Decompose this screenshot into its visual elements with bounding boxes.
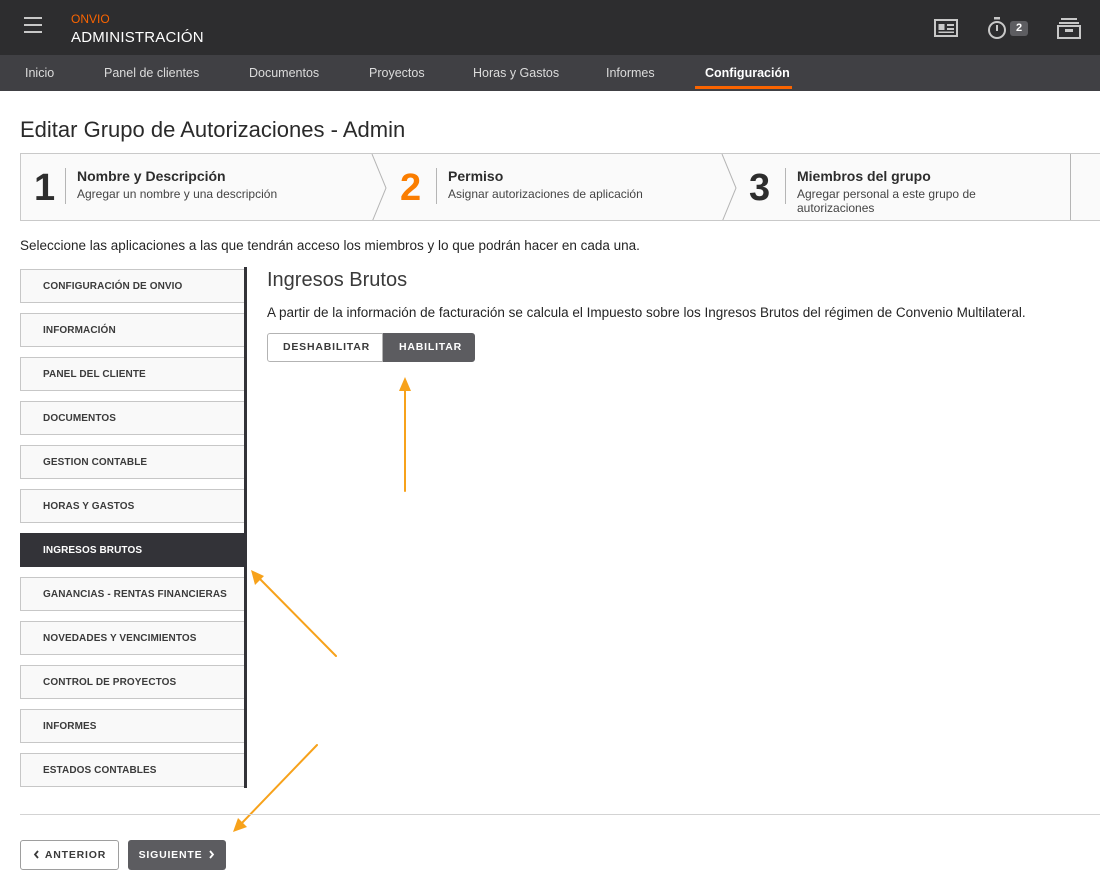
top-bar: ONVIO ADMINISTRACIÓN 2 (0, 0, 1100, 55)
step-title: Nombre y Descripción (77, 168, 226, 184)
chevron-left-icon (33, 850, 39, 859)
main-nav: Inicio Panel de clientes Documentos Proy… (0, 55, 1100, 91)
wizard-step-1[interactable]: 1 Nombre y Descripción Agregar un nombre… (21, 154, 381, 220)
app-tab-horas-y-gastos[interactable]: HORAS Y GASTOS (20, 489, 245, 523)
app-tab-novedades-y-vencimientos[interactable]: NOVEDADES Y VENCIMIENTOS (20, 621, 245, 655)
enable-button[interactable]: HABILITAR (383, 333, 475, 362)
arrow-to-next-button (239, 744, 318, 826)
stopwatch-icon (988, 17, 1006, 39)
brand-label: ONVIO (71, 12, 110, 26)
app-tab-documentos[interactable]: DOCUMENTOS (20, 401, 245, 435)
disable-button[interactable]: DESHABILITAR (267, 333, 383, 362)
app-tab-informes[interactable]: INFORMES (20, 709, 245, 743)
app-tab-configuracion-de-onvio[interactable]: CONFIGURACIÓN DE ONVIO (20, 269, 245, 303)
previous-button-label: ANTERIOR (44, 849, 107, 861)
step-title: Miembros del grupo (797, 168, 931, 184)
nav-item-horas-y-gastos[interactable]: Horas y Gastos (473, 55, 559, 91)
app-tab-ganancias-rentas-financieras[interactable]: GANANCIAS - RENTAS FINANCIERAS (20, 577, 245, 611)
nav-item-panel-de-clientes[interactable]: Panel de clientes (104, 55, 199, 91)
app-tab-informacion[interactable]: INFORMACIÓN (20, 313, 245, 347)
step-number: 3 (749, 167, 771, 209)
nav-item-inicio[interactable]: Inicio (25, 55, 54, 91)
app-tab-control-de-proyectos[interactable]: CONTROL DE PROYECTOS (20, 665, 245, 699)
next-button-label: SIGUIENTE (138, 849, 203, 861)
step-divider (436, 168, 437, 204)
previous-button[interactable]: ANTERIOR (20, 840, 119, 870)
app-tab-ingresos-brutos[interactable]: INGRESOS BRUTOS (20, 533, 245, 567)
inbox-archive-icon[interactable] (1057, 15, 1081, 41)
page-title: Editar Grupo de Autorizaciones - Admin (20, 117, 406, 142)
nav-item-documentos[interactable]: Documentos (249, 55, 319, 91)
step-title: Permiso (448, 168, 504, 184)
chevron-right-icon (209, 850, 215, 859)
wizard-step-2[interactable]: 2 Permiso Asignar autorizaciones de apli… (381, 154, 731, 220)
instruction-text: Seleccione las aplicaciones a las que te… (20, 238, 640, 253)
active-nav-indicator (695, 86, 792, 89)
access-toggle: DESHABILITAR HABILITAR (267, 333, 475, 362)
step-number: 1 (34, 167, 56, 209)
footer-divider (20, 814, 1100, 815)
arrow-to-ingresos-brutos-tab (257, 576, 337, 657)
step-divider (785, 168, 786, 204)
nav-item-proyectos[interactable]: Proyectos (369, 55, 425, 91)
stopwatch-button[interactable]: 2 (987, 15, 1029, 41)
app-tab-panel-del-cliente[interactable]: PANEL DEL CLIENTE (20, 357, 245, 391)
nav-item-informes[interactable]: Informes (606, 55, 655, 91)
contact-card-icon[interactable] (934, 15, 958, 41)
wizard-step-3[interactable]: 3 Miembros del grupo Agregar personal a … (731, 154, 1071, 220)
tab-list-border (244, 267, 247, 788)
app-tab-estados-contables[interactable]: ESTADOS CONTABLES (20, 753, 245, 787)
step-description: Asignar autorizaciones de aplicación (448, 187, 643, 201)
step-description: Agregar un nombre y una descripción (77, 187, 278, 201)
app-detail-title: Ingresos Brutos (267, 269, 408, 291)
wizard-steps: 1 Nombre y Descripción Agregar un nombre… (20, 153, 1100, 221)
step-divider (65, 168, 66, 204)
app-tab-gestion-contable[interactable]: GESTION CONTABLE (20, 445, 245, 479)
timer-count-badge: 2 (1010, 20, 1029, 36)
app-root: ONVIO ADMINISTRACIÓN 2 Inicio Panel de c… (0, 0, 1100, 888)
step-description: Agregar personal a este grupo de autoriz… (797, 187, 976, 215)
step-number: 2 (400, 167, 422, 209)
app-detail-description: A partir de la información de facturació… (267, 305, 1026, 320)
next-button[interactable]: SIGUIENTE (128, 840, 226, 870)
app-title: ADMINISTRACIÓN (71, 29, 204, 46)
menu-icon[interactable] (24, 17, 42, 33)
